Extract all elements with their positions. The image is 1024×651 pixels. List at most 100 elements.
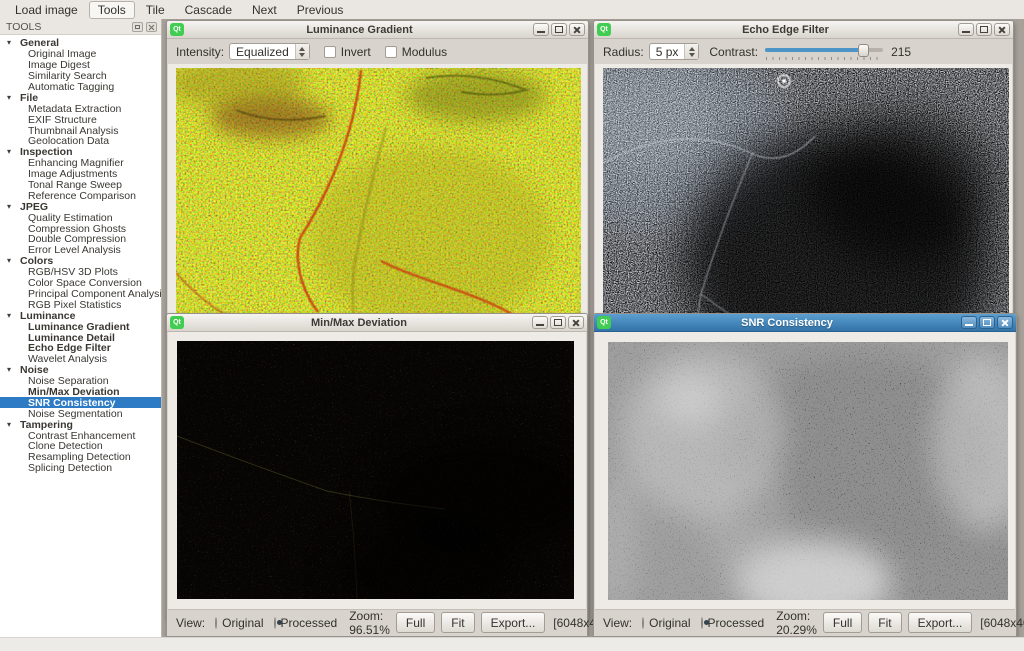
zoom-full-button[interactable]: Full: [396, 612, 435, 633]
minimize-button[interactable]: [958, 23, 974, 36]
caret-icon: [7, 92, 20, 104]
caret-icon: [7, 37, 20, 49]
menu-item[interactable]: Tile: [137, 1, 174, 19]
sidebar-tree-row[interactable]: Min/Max Deviation: [0, 387, 161, 398]
contrast-slider-handle[interactable]: [858, 44, 869, 57]
sidebar-tree-row[interactable]: RGB Pixel Statistics: [0, 299, 161, 310]
sidebar-tree-row[interactable]: Luminance Detail: [0, 332, 161, 343]
modulus-checkbox[interactable]: [385, 46, 397, 58]
echo-edge-filter-titlebar[interactable]: Qt Echo Edge Filter: [594, 21, 1013, 39]
invert-checkbox[interactable]: [324, 46, 336, 58]
minmax-deviation-image[interactable]: [177, 341, 574, 599]
minimize-button[interactable]: [533, 23, 549, 36]
sidebar-tree-row[interactable]: Automatic Tagging: [0, 82, 161, 93]
sidebar-tree-row[interactable]: Metadata Extraction: [0, 103, 161, 114]
sidebar-tree-row[interactable]: Compression Ghosts: [0, 223, 161, 234]
sidebar-tree-row[interactable]: Tampering: [0, 419, 161, 430]
sidebar-tree-row[interactable]: Original Image: [0, 49, 161, 60]
maximize-button[interactable]: [976, 23, 992, 36]
sidebar-tree-row[interactable]: Double Compression: [0, 234, 161, 245]
close-button[interactable]: [569, 23, 585, 36]
sidebar-tree-row[interactable]: Clone Detection: [0, 441, 161, 452]
sidebar-tree-row[interactable]: SNR Consistency: [0, 397, 161, 408]
contrast-slider[interactable]: [765, 44, 883, 60]
view-original-label[interactable]: Original: [649, 616, 690, 630]
radius-value: 5 px: [650, 45, 685, 59]
sidebar-tree-row[interactable]: Luminance Gradient: [0, 321, 161, 332]
menu-item[interactable]: Load image: [6, 1, 87, 19]
menu-item[interactable]: Previous: [288, 1, 353, 19]
menu-item[interactable]: Tools: [89, 1, 135, 19]
menu-item[interactable]: Cascade: [176, 1, 241, 19]
minmax-deviation-titlebar[interactable]: Qt Min/Max Deviation: [167, 314, 587, 332]
close-button[interactable]: [994, 23, 1010, 36]
sidebar-tree-row[interactable]: File: [0, 92, 161, 103]
invert-label: Invert: [341, 45, 371, 59]
panel-float-icon[interactable]: [132, 22, 143, 32]
sidebar-tree-row[interactable]: Reference Comparison: [0, 190, 161, 201]
sidebar-tree-row[interactable]: Contrast Enhancement: [0, 430, 161, 441]
sidebar-tree-row[interactable]: Noise Segmentation: [0, 408, 161, 419]
maximize-button[interactable]: [979, 316, 995, 329]
zoom-fit-button[interactable]: Fit: [441, 612, 474, 633]
close-button[interactable]: [568, 316, 584, 329]
caret-icon: [7, 419, 20, 431]
window-title: SNR Consistency: [615, 317, 959, 329]
sidebar-tree-row[interactable]: General: [0, 38, 161, 49]
intensity-label: Intensity:: [176, 45, 224, 59]
maximize-button[interactable]: [550, 316, 566, 329]
view-processed-label[interactable]: Processed: [708, 616, 765, 630]
minmax-deviation-statusbar: View: Original Processed Zoom: 96.51% Fu…: [168, 609, 586, 635]
view-original-radio[interactable]: [642, 617, 644, 629]
sidebar-tree-row[interactable]: Enhancing Magnifier: [0, 158, 161, 169]
view-processed-radio[interactable]: [274, 617, 276, 629]
sidebar-tree-row[interactable]: Tonal Range Sweep: [0, 180, 161, 191]
radius-spinbox[interactable]: 5 px: [649, 43, 700, 60]
sidebar-tree-row[interactable]: Error Level Analysis: [0, 245, 161, 256]
sidebar-tree-row[interactable]: JPEG: [0, 201, 161, 212]
view-original-radio[interactable]: [215, 617, 217, 629]
sidebar-tree-row[interactable]: Noise Separation: [0, 376, 161, 387]
sidebar-tree-row[interactable]: Wavelet Analysis: [0, 354, 161, 365]
view-processed-label[interactable]: Processed: [281, 616, 338, 630]
export-button[interactable]: Export...: [908, 612, 973, 633]
export-button[interactable]: Export...: [481, 612, 546, 633]
sidebar-tree-row[interactable]: Image Adjustments: [0, 169, 161, 180]
sidebar-tree-row[interactable]: Principal Component Analysis: [0, 288, 161, 299]
menu-item[interactable]: Next: [243, 1, 286, 19]
view-processed-radio[interactable]: [701, 617, 703, 629]
panel-close-icon[interactable]: [146, 22, 157, 32]
sidebar-tree-row[interactable]: Geolocation Data: [0, 136, 161, 147]
snr-consistency-image[interactable]: [608, 342, 1008, 600]
sidebar-tree-row[interactable]: Noise: [0, 365, 161, 376]
sidebar-tree-row[interactable]: Inspection: [0, 147, 161, 158]
sidebar-tree-row[interactable]: Quality Estimation: [0, 212, 161, 223]
view-original-label[interactable]: Original: [222, 616, 263, 630]
close-button[interactable]: [997, 316, 1013, 329]
minimize-button[interactable]: [532, 316, 548, 329]
spinner-arrows-icon[interactable]: [295, 44, 309, 59]
sidebar-tree-row[interactable]: Colors: [0, 256, 161, 267]
sidebar-tree-row[interactable]: RGB/HSV 3D Plots: [0, 267, 161, 278]
sidebar-tree-row[interactable]: Image Digest: [0, 60, 161, 71]
sidebar-tree-row[interactable]: Splicing Detection: [0, 463, 161, 474]
intensity-combobox[interactable]: Equalized: [229, 43, 310, 60]
view-label: View:: [603, 616, 632, 630]
sidebar-tree-row[interactable]: Similarity Search: [0, 71, 161, 82]
spinner-arrows-icon[interactable]: [684, 44, 698, 59]
minimize-button[interactable]: [961, 316, 977, 329]
luminance-gradient-titlebar[interactable]: Qt Luminance Gradient: [167, 21, 588, 39]
sidebar-tree-row[interactable]: Resampling Detection: [0, 452, 161, 463]
sidebar-tree-row[interactable]: Luminance: [0, 310, 161, 321]
zoom-readout: Zoom: 20.29%: [776, 609, 817, 637]
sidebar-tree-row[interactable]: Thumbnail Analysis: [0, 125, 161, 136]
modulus-label: Modulus: [402, 45, 447, 59]
zoom-fit-button[interactable]: Fit: [868, 612, 901, 633]
zoom-full-button[interactable]: Full: [823, 612, 862, 633]
sidebar-tree-row[interactable]: Color Space Conversion: [0, 278, 161, 289]
maximize-button[interactable]: [551, 23, 567, 36]
snr-consistency-titlebar[interactable]: Qt SNR Consistency: [594, 314, 1016, 332]
sidebar-tree-row[interactable]: Echo Edge Filter: [0, 343, 161, 354]
view-label: View:: [176, 616, 205, 630]
sidebar-tree-row[interactable]: EXIF Structure: [0, 114, 161, 125]
